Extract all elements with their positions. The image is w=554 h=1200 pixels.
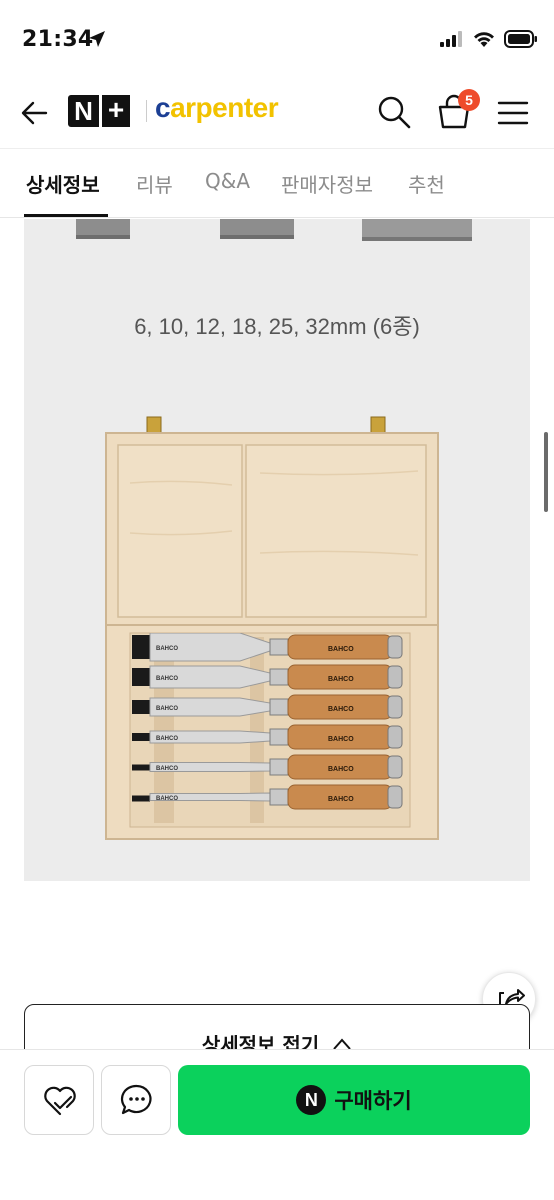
scroll-indicator[interactable] (544, 432, 548, 512)
chisel-handle-label: BAHCO (328, 766, 354, 773)
signal-icon (440, 31, 462, 47)
location-arrow-icon (89, 31, 105, 47)
npay-icon: N (296, 1085, 327, 1115)
nplus-logo-n: N (74, 96, 93, 126)
chisel-blade-label: BAHCO (156, 796, 178, 802)
status-time: 21:34 (22, 27, 94, 52)
chisel-blade-label: BAHCO (156, 706, 178, 712)
chisel: BAHCO BAHCO (132, 664, 403, 690)
active-tab-indicator (24, 214, 108, 217)
chisel: BAHCO BAHCO (132, 754, 403, 780)
nplus-logo[interactable]: N + (68, 95, 130, 127)
chisel-handle-label: BAHCO (328, 796, 354, 803)
tab-qna[interactable]: Q&A (205, 169, 250, 193)
sizes-caption: 6, 10, 12, 18, 25, 32mm (6종) (134, 314, 420, 339)
tab-reviews[interactable]: 리뷰 (136, 169, 173, 198)
chisel: BAHCO BAHCO (132, 784, 403, 810)
talk-button[interactable] (101, 1065, 171, 1135)
chisel: BAHCO BAHCO (132, 694, 403, 720)
chisel-blade-label: BAHCO (156, 646, 178, 652)
tab-details[interactable]: 상세정보 (26, 169, 100, 198)
chisel-blade-label: BAHCO (156, 736, 178, 742)
back-arrow-icon[interactable] (18, 96, 52, 130)
product-detail-image: 6, 10, 12, 18, 25, 32mm (6종) BAHCO BAHCO B… (24, 219, 530, 881)
chisel-handle-label: BAHCO (328, 676, 354, 683)
buy-button-content: N 구매하기 (178, 1065, 530, 1135)
tab-seller-info[interactable]: 판매자정보 (281, 169, 373, 198)
chisel-blade-label: BAHCO (156, 766, 178, 772)
bottom-action-bar: N 구매하기 (0, 1049, 554, 1200)
brand-divider (146, 100, 147, 122)
chat-bubble-icon (120, 1084, 152, 1115)
wishlist-button[interactable] (24, 1065, 94, 1135)
buy-button[interactable]: N 구매하기 (178, 1065, 530, 1135)
chisels: BAHCOBAHCOBAHCOBAHCOBAHCOBAHCOBAHCOBAHCO… (132, 633, 403, 810)
chisel-blade-label: BAHCO (156, 676, 178, 682)
brand-name-initial: c (155, 92, 171, 123)
brand-name-rest: arpenter (170, 92, 279, 123)
menu-icon[interactable] (496, 96, 530, 130)
status-bar: 21:34 (0, 0, 554, 80)
chisel-handle-label: BAHCO (328, 736, 354, 743)
buy-button-label: 구매하기 (334, 1089, 412, 1113)
heart-check-icon (44, 1086, 76, 1116)
chisel: BAHCO BAHCO (132, 633, 403, 662)
chisel-handle-label: BAHCO (328, 706, 354, 713)
cart-count-badge: 5 (458, 89, 480, 111)
chisel: BAHCO BAHCO (132, 724, 403, 750)
wifi-icon (474, 32, 494, 47)
battery-icon (504, 30, 537, 48)
tab-recommend[interactable]: 추천 (408, 169, 445, 198)
previous-image-fragment (76, 219, 472, 241)
app-header: N + carpenter 5 (0, 80, 554, 148)
chisel-handle-label: BAHCO (328, 646, 354, 653)
search-icon[interactable] (376, 94, 412, 130)
detail-tabs: 상세정보 리뷰 Q&A 판매자정보 추천 (0, 148, 554, 218)
nplus-logo-plus: + (99, 95, 130, 127)
brand-name[interactable]: carpenter (155, 92, 279, 124)
